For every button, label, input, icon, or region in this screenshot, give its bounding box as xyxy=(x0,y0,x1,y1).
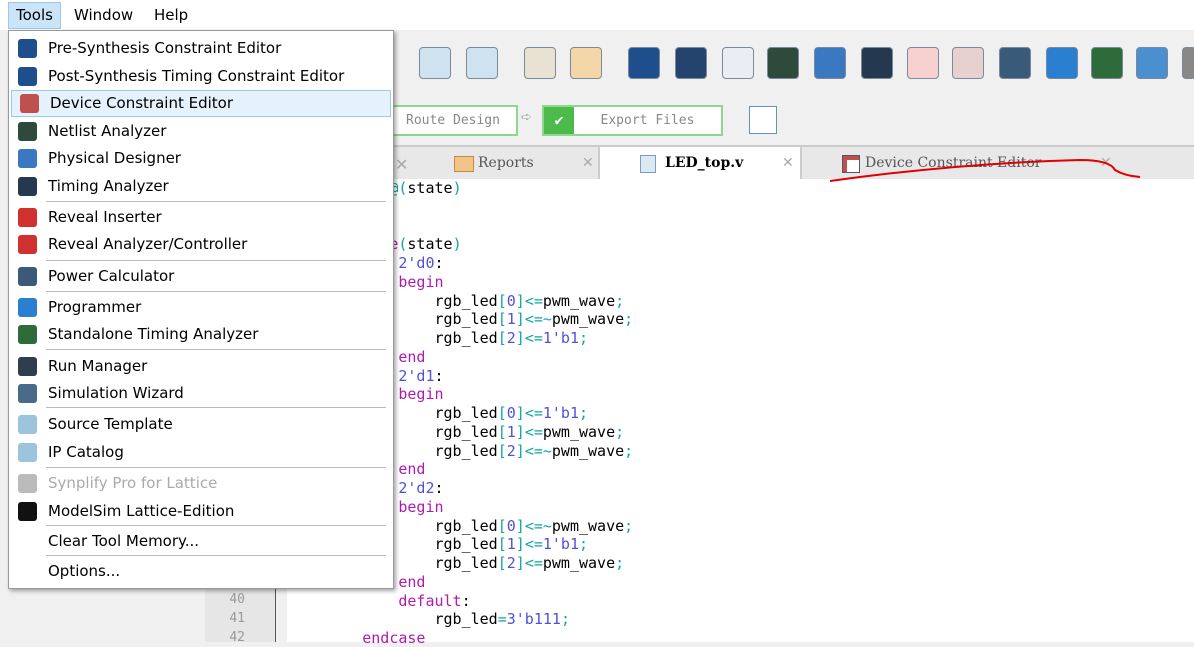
tools-menu: Pre-Synthesis Constraint Editor Post-Synt… xyxy=(8,30,394,589)
reveal-analyzer-icon xyxy=(18,235,37,254)
netlist-analyzer-icon[interactable] xyxy=(767,47,799,79)
menu-separator xyxy=(46,467,386,468)
power-calculator-icon xyxy=(18,267,37,286)
device-constraint-icon[interactable] xyxy=(722,47,754,79)
timing-analyzer-icon[interactable] xyxy=(861,47,893,79)
menu-separator xyxy=(46,291,386,292)
menu-item-label: Netlist Analyzer xyxy=(48,122,167,140)
reveal-inserter-icon xyxy=(18,208,37,227)
programmer-icon xyxy=(18,298,37,317)
menu-item-run-manager[interactable]: Run Manager xyxy=(10,354,390,379)
ip-catalog-icon[interactable] xyxy=(466,47,498,79)
menu-item-label: Power Calculator xyxy=(48,267,175,285)
menu-item-label: Reveal Analyzer/Controller xyxy=(48,235,248,253)
menu-item-netlist-analyzer[interactable]: Netlist Analyzer xyxy=(10,119,390,144)
run-manager-icon xyxy=(18,357,37,376)
overflow-icon[interactable] xyxy=(1182,47,1194,79)
menu-item-post-synthesis-timing-constraint-editor[interactable]: Post-Synthesis Timing Constraint Editor xyxy=(10,64,390,89)
menu-item-label: Pre-Synthesis Constraint Editor xyxy=(48,39,282,57)
source-template-icon[interactable] xyxy=(419,47,451,79)
menu-item-power-calculator[interactable]: Power Calculator xyxy=(10,264,390,289)
menu-item-source-template[interactable]: Source Template xyxy=(10,412,390,437)
menu-item-synplify-pro-for-lattice: Synplify Pro for Lattice xyxy=(10,471,390,496)
pre-synthesis-constraint-icon xyxy=(18,39,37,58)
menu-item-label: Run Manager xyxy=(48,357,148,375)
physical-designer-icon xyxy=(18,149,37,168)
menu-item-ip-catalog[interactable]: IP Catalog xyxy=(10,440,390,465)
menu-separator xyxy=(46,525,386,526)
programmer-icon[interactable] xyxy=(1046,47,1078,79)
menu-item-label: Synplify Pro for Lattice xyxy=(48,474,218,492)
menu-item-label: Reveal Inserter xyxy=(48,208,162,226)
source-template-icon xyxy=(18,415,37,434)
menu-separator xyxy=(46,201,386,202)
menu-item-label: Timing Analyzer xyxy=(48,177,169,195)
device-constraint-icon xyxy=(20,94,39,113)
standalone-timing-icon xyxy=(18,325,37,344)
post-synthesis-icon[interactable] xyxy=(675,47,707,79)
menu-item-options[interactable]: Options... xyxy=(10,559,390,584)
menu-item-modelsim-lattice-edition[interactable]: ModelSim Lattice-Edition xyxy=(10,499,390,524)
modelsim-icon xyxy=(18,502,37,521)
menu-item-standalone-timing-analyzer[interactable]: Standalone Timing Analyzer xyxy=(10,322,390,347)
reveal-analyzer-icon[interactable] xyxy=(952,47,984,79)
ip-catalog-icon xyxy=(18,443,37,462)
menu-item-label: IP Catalog xyxy=(48,443,124,461)
menu-item-programmer[interactable]: Programmer xyxy=(10,295,390,320)
menu-item-label: Physical Designer xyxy=(48,149,181,167)
menu-item-reveal-inserter[interactable]: Reveal Inserter xyxy=(10,205,390,230)
menu-item-reveal-analyzer-controller[interactable]: Reveal Analyzer/Controller xyxy=(10,232,390,257)
menu-item-label: ModelSim Lattice-Edition xyxy=(48,502,235,520)
menu-item-simulation-wizard[interactable]: Simulation Wizard xyxy=(10,381,390,406)
menu-separator xyxy=(46,260,386,261)
standalone-timing-icon[interactable] xyxy=(1091,47,1123,79)
post-synthesis-timing-icon xyxy=(18,67,37,86)
menu-separator xyxy=(46,555,386,556)
menu-separator xyxy=(46,407,386,408)
menu-item-pre-synthesis-constraint-editor[interactable]: Pre-Synthesis Constraint Editor xyxy=(10,36,390,61)
menu-item-device-constraint-editor[interactable]: Device Constraint Editor xyxy=(11,90,391,117)
home-icon[interactable] xyxy=(524,47,556,79)
menu-item-timing-analyzer[interactable]: Timing Analyzer xyxy=(10,174,390,199)
netlist-analyzer-icon xyxy=(18,122,37,141)
menu-item-label: Programmer xyxy=(48,298,142,316)
menu-item-physical-designer[interactable]: Physical Designer xyxy=(10,146,390,171)
synplify-icon xyxy=(18,474,37,493)
annotation-underline-tab xyxy=(829,158,1141,182)
reveal-inserter-icon[interactable] xyxy=(907,47,939,79)
menu-item-clear-tool-memory[interactable]: Clear Tool Memory... xyxy=(10,529,390,554)
timing-analyzer-icon xyxy=(18,177,37,196)
menu-separator xyxy=(46,349,386,350)
menu-item-label: Simulation Wizard xyxy=(48,384,184,402)
menu-item-label: Post-Synthesis Timing Constraint Editor xyxy=(48,67,345,85)
menu-item-label: Clear Tool Memory... xyxy=(48,532,200,550)
reports-icon[interactable] xyxy=(570,47,602,79)
run-manager-icon[interactable] xyxy=(1136,47,1168,79)
physical-designer-icon[interactable] xyxy=(814,47,846,79)
menu-item-label: Source Template xyxy=(48,415,173,433)
pre-synthesis-icon[interactable] xyxy=(628,47,660,79)
menu-item-label: Device Constraint Editor xyxy=(50,94,233,112)
power-calculator-icon[interactable] xyxy=(999,47,1031,79)
simulation-wizard-icon xyxy=(18,384,37,403)
menu-item-label: Standalone Timing Analyzer xyxy=(48,325,259,343)
menu-item-label: Options... xyxy=(48,562,121,580)
